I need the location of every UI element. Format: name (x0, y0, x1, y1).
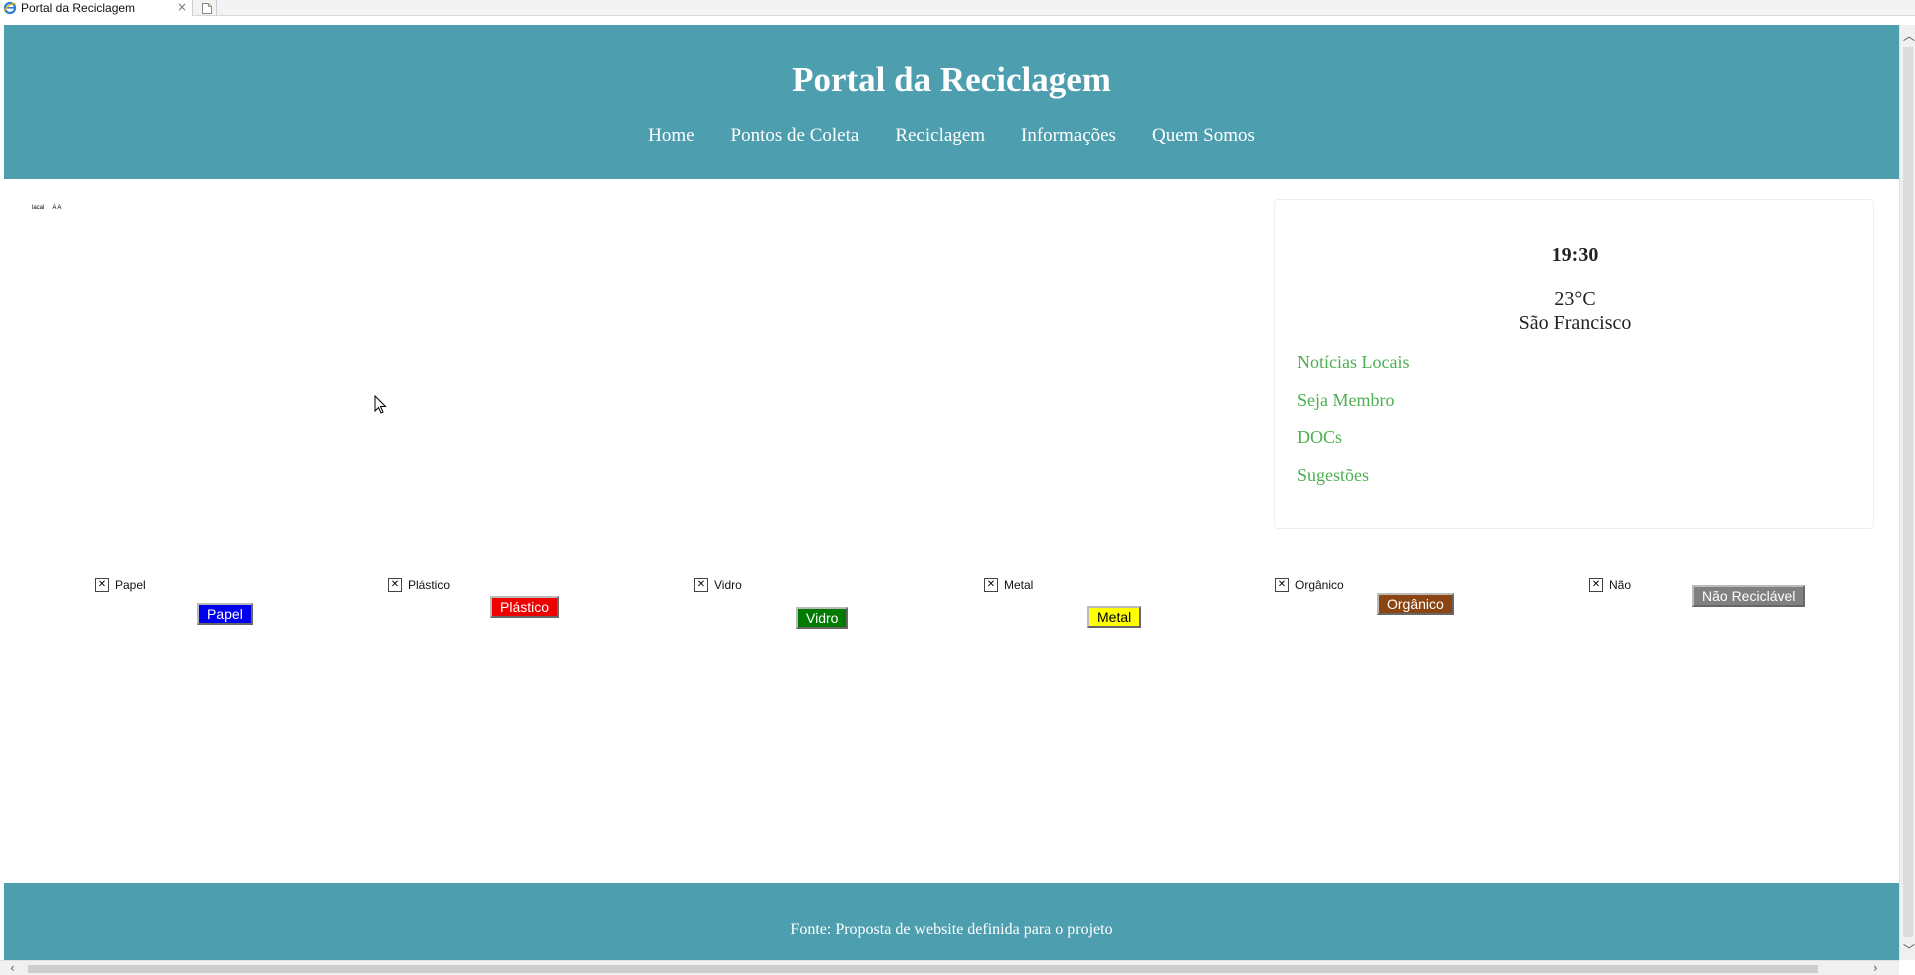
map-placeholder-text-b: A A (52, 205, 62, 211)
broken-image-icon: ✕ (984, 578, 998, 592)
scroll-right-icon[interactable]: › (1873, 961, 1878, 975)
scroll-left-icon[interactable]: ‹ (10, 961, 15, 975)
nao-reciclavel-button[interactable]: Não Reciclável (1692, 585, 1806, 607)
sidebar-panel: 19:30 23°C São Francisco Notícias Locais… (1274, 199, 1874, 529)
nav-pontos-de-coleta[interactable]: Pontos de Coleta (731, 125, 860, 147)
main-nav: Home Pontos de Coleta Reciclagem Informa… (4, 125, 1899, 147)
new-tab-icon[interactable] (197, 0, 217, 16)
broken-image-icon: ✕ (1275, 578, 1289, 592)
site-footer: Fonte: Proposta de website definida para… (4, 883, 1899, 960)
broken-image-icon: ✕ (694, 578, 708, 592)
browser-tab-title: Portal da Reciclagem (21, 1, 136, 15)
map-placeholder: lacal A A (32, 205, 61, 211)
category-plastico: ✕ Plástico (388, 578, 450, 592)
close-tab-icon[interactable]: × (177, 0, 187, 14)
metal-button[interactable]: Metal (1087, 606, 1142, 628)
clock-time: 19:30 (1551, 244, 1599, 266)
scroll-down-icon[interactable]: ﹀ (1903, 941, 1915, 958)
category-metal: ✕ Metal (984, 578, 1033, 592)
sidebar-link-seja-membro[interactable]: Seja Membro (1297, 390, 1394, 411)
footer-text: Fonte: Proposta de website definida para… (790, 921, 1113, 938)
weather-city: São Francisco (1518, 312, 1632, 334)
nav-home[interactable]: Home (648, 125, 694, 147)
category-label: Metal (1004, 578, 1034, 592)
category-label: Plástico (408, 578, 451, 592)
category-organico: ✕ Orgânico (1275, 578, 1344, 592)
weather-temperature: 23°C (1554, 288, 1596, 310)
vidro-button[interactable]: Vidro (796, 607, 849, 629)
nav-reciclagem[interactable]: Reciclagem (895, 125, 985, 147)
category-label: Não (1609, 578, 1632, 592)
category-papel: ✕ Papel (95, 578, 146, 592)
vertical-scrollbar[interactable]: ︿ ﹀ (1899, 25, 1915, 960)
horizontal-scroll-thumb[interactable] (28, 965, 1818, 973)
site-header: Portal da Reciclagem Home Pontos de Cole… (4, 25, 1899, 179)
browser-tab-strip: Portal da Reciclagem × (0, 0, 1915, 16)
category-label: Papel (115, 578, 146, 592)
organico-button[interactable]: Orgânico (1377, 593, 1454, 615)
category-nao: ✕ Não (1589, 578, 1631, 592)
ie-icon (3, 1, 17, 15)
sidebar-link-docs[interactable]: DOCs (1297, 427, 1342, 448)
papel-button[interactable]: Papel (197, 603, 253, 625)
browser-tab[interactable]: Portal da Reciclagem × (0, 0, 193, 16)
map-placeholder-text-a: lacal (32, 205, 45, 211)
scroll-up-icon[interactable]: ︿ (1903, 27, 1915, 44)
broken-image-icon: ✕ (1589, 578, 1603, 592)
mouse-cursor-icon (374, 394, 388, 420)
broken-image-icon: ✕ (388, 578, 402, 592)
nav-quem-somos[interactable]: Quem Somos (1152, 125, 1255, 147)
vertical-scroll-thumb[interactable] (1903, 47, 1913, 937)
plastico-button[interactable]: Plástico (490, 596, 560, 618)
sidebar-link-sugestoes[interactable]: Sugestões (1297, 465, 1369, 486)
category-vidro: ✕ Vidro (694, 578, 742, 592)
broken-image-icon: ✕ (95, 578, 109, 592)
category-label: Vidro (714, 578, 742, 592)
horizontal-scrollbar[interactable]: ‹ › (0, 960, 1899, 975)
site-title: Portal da Reciclagem (792, 60, 1111, 99)
category-label: Orgânico (1295, 578, 1344, 592)
nav-informacoes[interactable]: Informações (1021, 125, 1116, 147)
sidebar-link-noticias-locais[interactable]: Notícias Locais (1297, 352, 1409, 373)
page-viewport: Portal da Reciclagem Home Pontos de Cole… (4, 25, 1899, 960)
